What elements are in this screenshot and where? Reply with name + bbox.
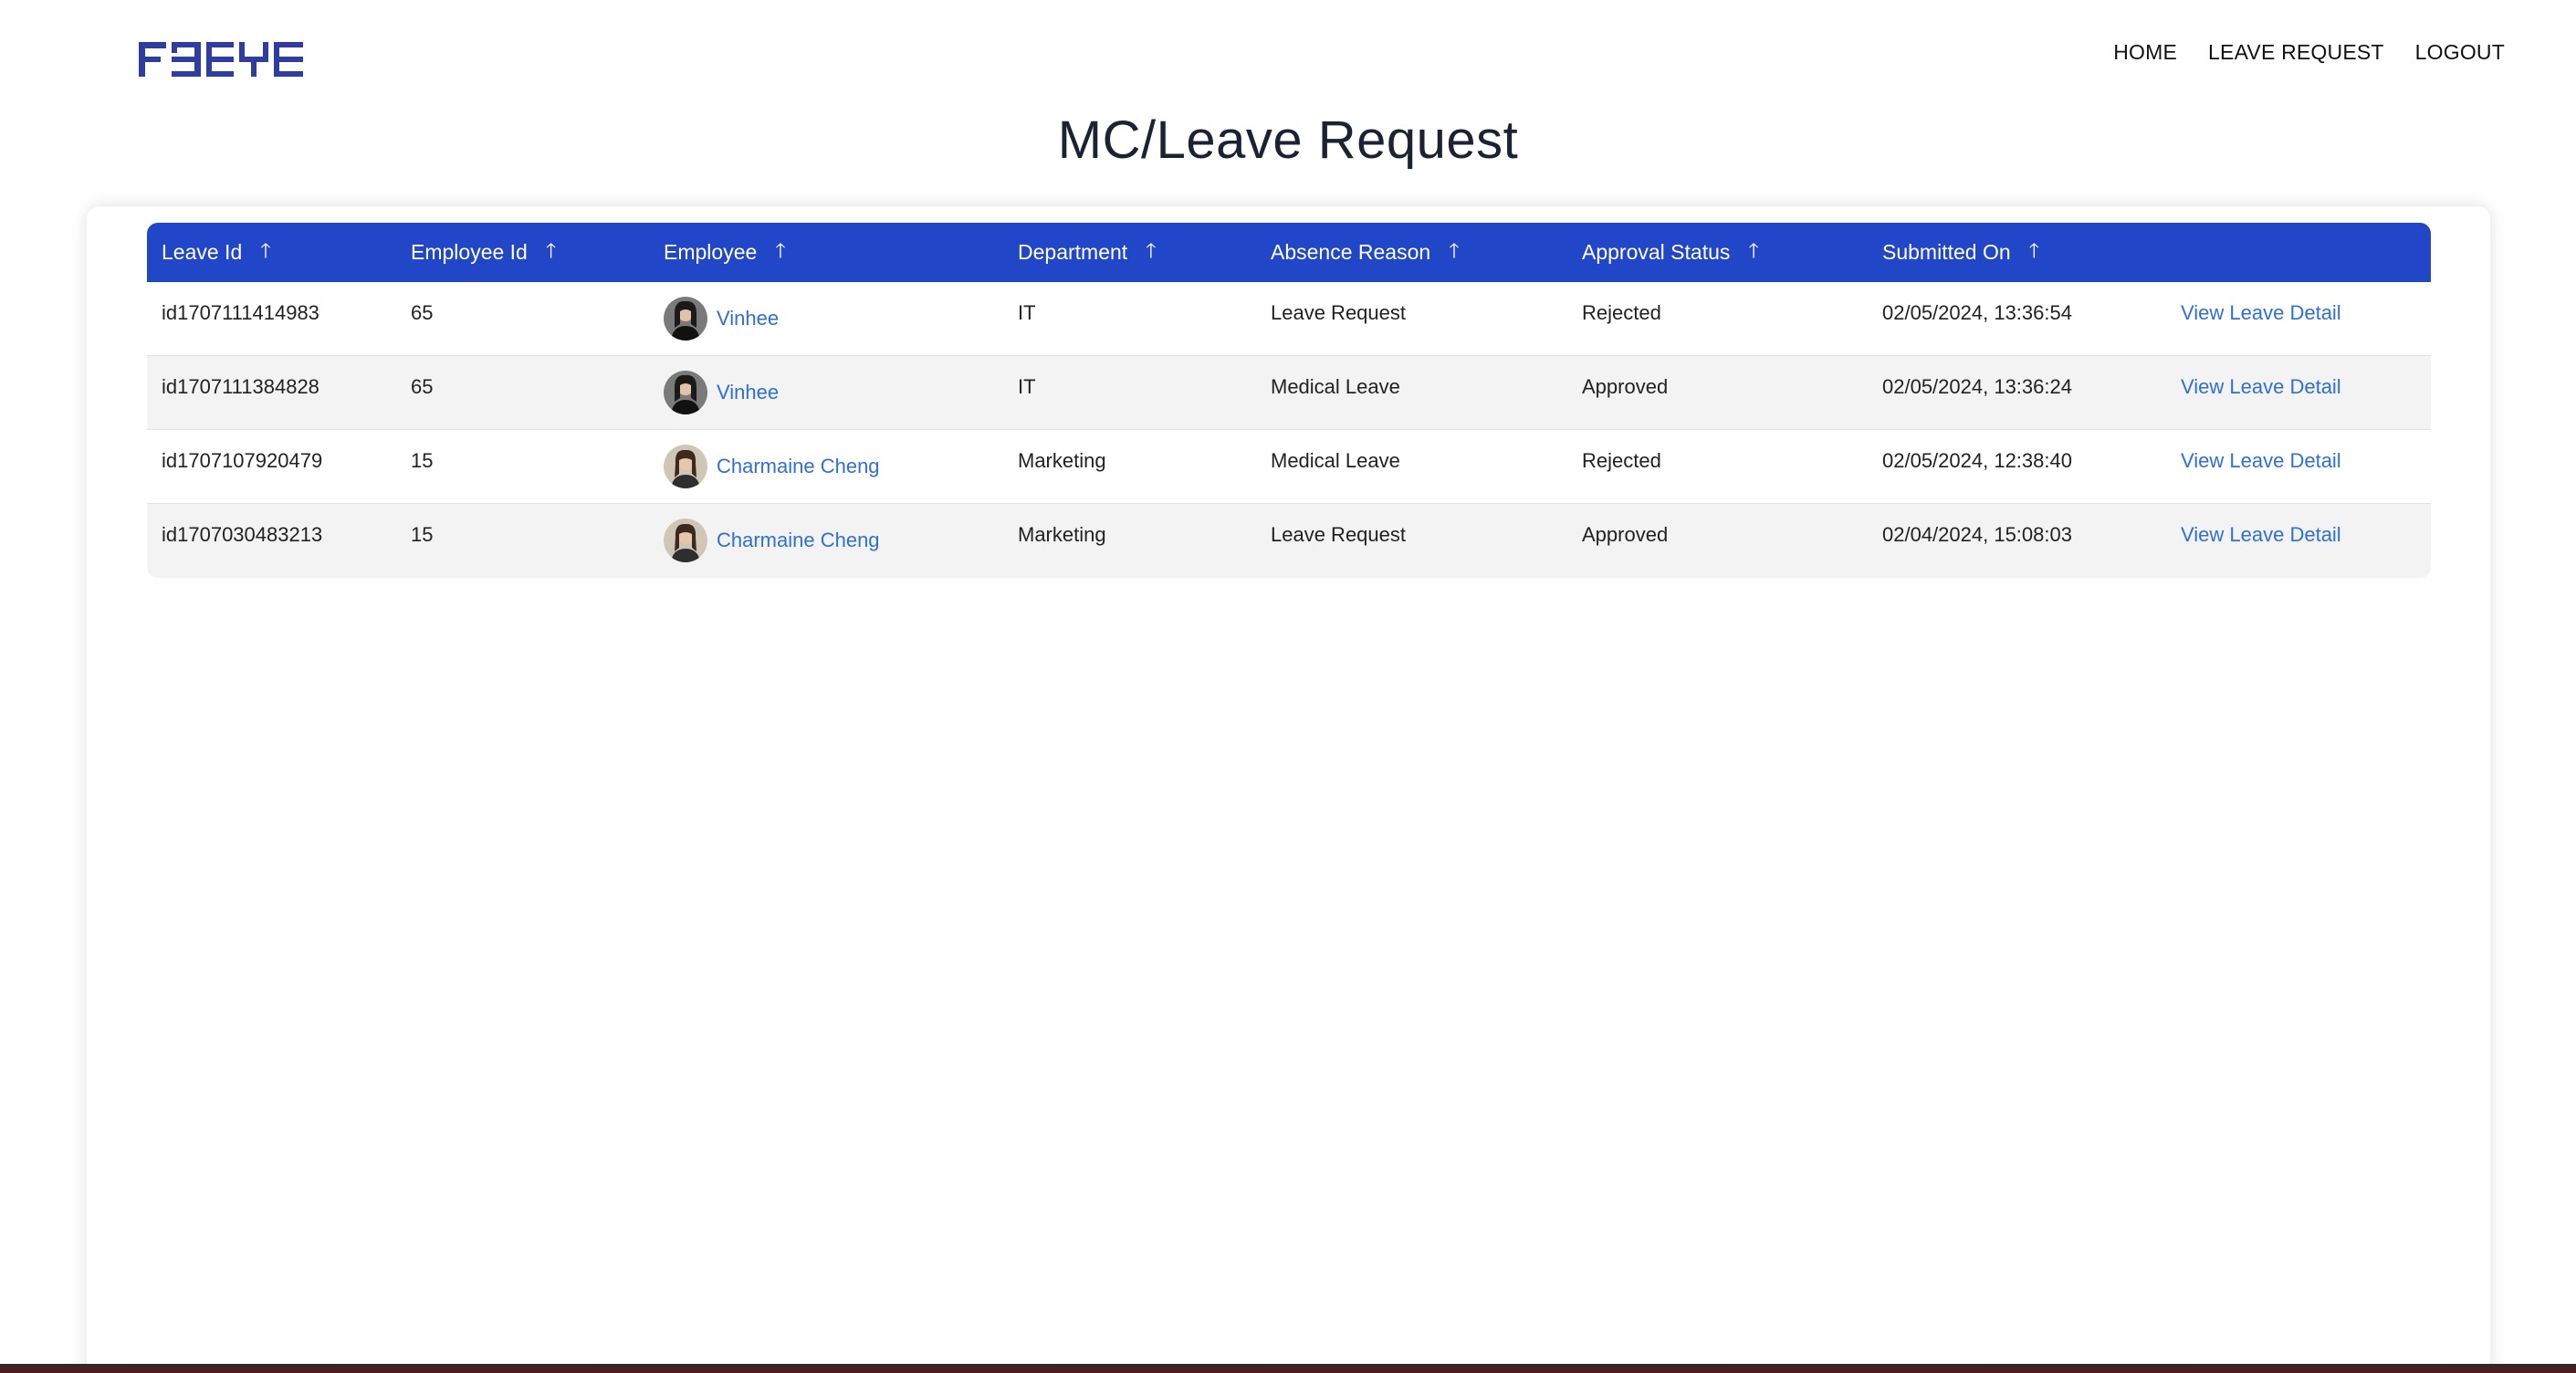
cell-approval-status: Rejected (1582, 449, 1661, 472)
cell-absence-reason: Leave Request (1271, 301, 1406, 324)
view-leave-detail-link[interactable]: View Leave Detail (2181, 449, 2341, 472)
column-header-submitted-on[interactable]: Submitted On 🡑 (1868, 236, 2166, 270)
avatar (664, 445, 707, 488)
cell-action: View Leave Detail (2166, 356, 2431, 399)
table-row: id1707111384828 65 Vinhee IT Medical Lea… (147, 356, 2431, 430)
window-bottom-edge (0, 1364, 2576, 1373)
employee-link[interactable]: Vinhee (717, 307, 779, 330)
employee-link[interactable]: Charmaine Cheng (717, 455, 880, 478)
cell-absence-reason: Leave Request (1271, 523, 1406, 546)
cell-absence-reason: Medical Leave (1271, 375, 1400, 398)
cell-department: IT (1018, 375, 1036, 398)
cell-leave-id: id1707111414983 (162, 301, 319, 324)
leave-request-table: Leave Id 🡑 Employee Id 🡑 Employee 🡑 Departm… (147, 223, 2431, 578)
nav-leave-request[interactable]: LEAVE REQUEST (2208, 40, 2384, 65)
employee-link[interactable]: Charmaine Cheng (717, 529, 880, 552)
column-header-department[interactable]: Department 🡑 (1003, 236, 1256, 270)
nav-home[interactable]: HOME (2113, 40, 2177, 65)
cell-submitted-on: 02/04/2024, 15:08:03 (1882, 523, 2072, 546)
column-header-employee[interactable]: Employee 🡑 (649, 236, 1003, 270)
sort-arrow-up-icon: 🡑 (1146, 238, 1157, 262)
cell-action: View Leave Detail (2166, 504, 2431, 547)
brand-logo[interactable] (139, 40, 309, 79)
cell-approval-status: Approved (1582, 523, 1669, 546)
view-leave-detail-link[interactable]: View Leave Detail (2181, 301, 2341, 324)
cell-department: Marketing (1018, 523, 1106, 546)
cell-approval-status: Approved (1582, 375, 1669, 398)
avatar (664, 297, 707, 341)
cell-action: View Leave Detail (2166, 282, 2431, 325)
employee-link[interactable]: Vinhee (717, 381, 779, 404)
cell-employee-id: 65 (411, 375, 434, 398)
sort-arrow-up-icon: 🡑 (545, 238, 557, 262)
cell-submitted-on: 02/05/2024, 13:36:24 (1882, 375, 2072, 398)
cell-employee: Vinhee (649, 356, 1003, 414)
column-header-absence-reason[interactable]: Absence Reason 🡑 (1256, 236, 1567, 270)
sort-arrow-up-icon: 🡑 (2028, 238, 2040, 262)
cell-approval-status: Rejected (1582, 301, 1661, 324)
table-row: id1707107920479 15 Charmaine Cheng Marke… (147, 430, 2431, 504)
sort-arrow-up-icon: 🡑 (260, 238, 271, 262)
view-leave-detail-link[interactable]: View Leave Detail (2181, 523, 2341, 546)
table-row: id1707030483213 15 Charmaine Cheng Marke… (147, 504, 2431, 578)
cell-employee: Charmaine Cheng (649, 504, 1003, 562)
view-leave-detail-link[interactable]: View Leave Detail (2181, 375, 2341, 398)
sort-arrow-up-icon: 🡑 (1449, 238, 1460, 262)
cell-department: Marketing (1018, 449, 1106, 472)
avatar (664, 371, 707, 414)
cell-employee-id: 15 (411, 523, 434, 546)
cell-leave-id: id1707111384828 (162, 375, 319, 398)
table-body: id1707111414983 65 Vinhee IT Leave Reque… (147, 282, 2431, 578)
cell-leave-id: id1707107920479 (162, 449, 323, 472)
table-header: Leave Id 🡑 Employee Id 🡑 Employee 🡑 Departm… (147, 223, 2431, 282)
cell-action: View Leave Detail (2166, 430, 2431, 473)
top-header: HOME LEAVE REQUEST LOGOUT (0, 0, 2576, 110)
avatar (664, 519, 707, 562)
cell-department: IT (1018, 301, 1036, 324)
cell-employee: Charmaine Cheng (649, 430, 1003, 488)
column-header-employee-id[interactable]: Employee Id 🡑 (396, 236, 649, 270)
cell-employee: Vinhee (649, 282, 1003, 341)
sort-arrow-up-icon: 🡑 (1748, 238, 1759, 262)
table-row: id1707111414983 65 Vinhee IT Leave Reque… (147, 282, 2431, 356)
cell-submitted-on: 02/05/2024, 12:38:40 (1882, 449, 2072, 472)
page-title: MC/Leave Request (1057, 110, 1519, 170)
logo-icon (139, 42, 303, 77)
cell-employee-id: 65 (411, 301, 434, 324)
column-header-leave-id[interactable]: Leave Id 🡑 (147, 236, 396, 270)
cell-employee-id: 15 (411, 449, 434, 472)
sort-arrow-up-icon: 🡑 (775, 238, 786, 262)
column-header-approval-status[interactable]: Approval Status 🡑 (1567, 236, 1868, 270)
cell-absence-reason: Medical Leave (1271, 449, 1400, 472)
main-nav: HOME LEAVE REQUEST LOGOUT (2113, 40, 2505, 65)
cell-submitted-on: 02/05/2024, 13:36:54 (1882, 301, 2072, 324)
leave-table-card: Leave Id 🡑 Employee Id 🡑 Employee 🡑 Departm… (87, 206, 2490, 1373)
nav-logout[interactable]: LOGOUT (2415, 40, 2505, 65)
cell-leave-id: id1707030483213 (162, 523, 323, 546)
